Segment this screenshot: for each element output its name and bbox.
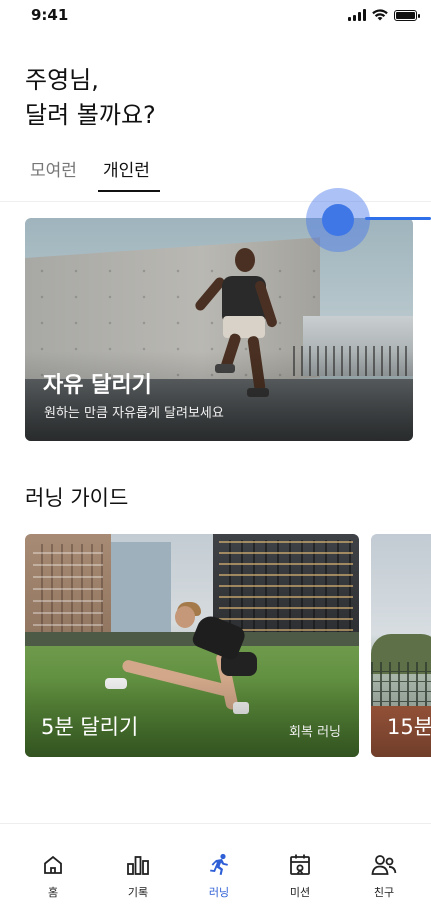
nav-label: 홈 <box>47 886 59 899</box>
tab-group-run[interactable]: 모여런 <box>30 156 77 181</box>
nav-friends[interactable]: 친구 <box>341 824 427 909</box>
guide-title: 5분 달리기 <box>41 715 139 739</box>
nav-running[interactable]: 러닝 <box>176 824 262 909</box>
mission-icon <box>287 852 313 878</box>
free-run-card[interactable]: 자유 달리기 원하는 만큼 자유롭게 달려보세요 <box>25 218 413 441</box>
guide-card-5min[interactable]: 5분 달리기 회복 러닝 <box>25 534 359 757</box>
active-tab-indicator <box>98 190 160 192</box>
nav-label: 기록 <box>127 886 149 899</box>
greeting-title: 주영님, 달려 볼까요? <box>25 66 156 129</box>
progress-line <box>365 217 431 220</box>
running-icon <box>206 852 232 878</box>
friends-icon <box>371 852 397 878</box>
nav-home[interactable]: 홈 <box>10 824 96 909</box>
nav-label: 친구 <box>373 886 395 899</box>
free-run-title: 자유 달리기 <box>43 373 152 398</box>
wifi-icon <box>372 9 388 21</box>
running-guide-title: 러닝 가이드 <box>25 486 129 510</box>
tab-solo-run[interactable]: 개인런 <box>103 156 150 181</box>
cellular-signal-icon <box>348 9 366 21</box>
bar-chart-icon <box>125 852 151 878</box>
battery-icon <box>394 9 420 21</box>
home-icon <box>40 852 66 878</box>
nav-records[interactable]: 기록 <box>95 824 181 909</box>
guide-tag: 회복 러닝 <box>289 725 341 740</box>
status-bar: 9:41 <box>0 0 431 40</box>
tabs-divider <box>0 201 431 202</box>
drag-handle[interactable] <box>306 188 370 252</box>
guide-title: 15분 <box>387 715 431 739</box>
status-time: 9:41 <box>31 6 69 24</box>
status-icons <box>348 9 420 21</box>
nav-label: 미션 <box>289 886 311 899</box>
run-mode-tabs: 모여런 개인런 <box>0 150 431 194</box>
free-run-subtitle: 원하는 만큼 자유롭게 달려보세요 <box>44 406 224 421</box>
bottom-nav: 홈 기록 러닝 미션 친구 <box>0 823 431 909</box>
nav-mission[interactable]: 미션 <box>257 824 343 909</box>
guide-card-15min[interactable]: 15분 <box>371 534 431 757</box>
nav-label: 러닝 <box>208 886 230 899</box>
